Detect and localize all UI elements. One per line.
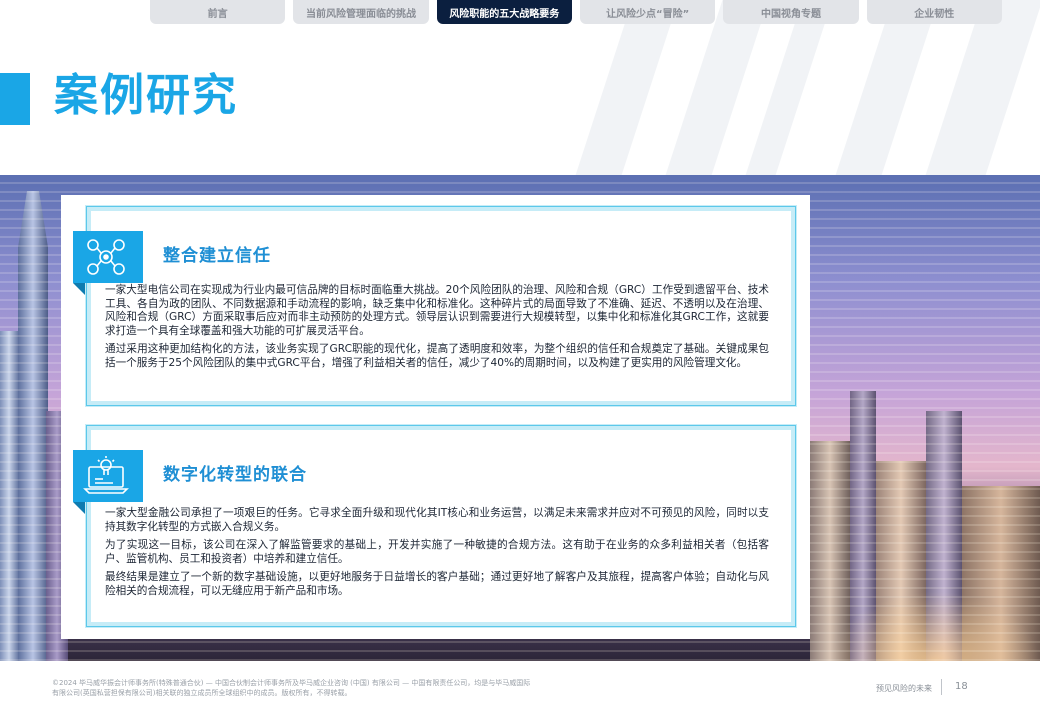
page-number: 18	[955, 681, 968, 692]
case-body: 一家大型金融公司承担了一项艰巨的任务。它寻求全面升级和现代化其IT核心和业务运营…	[105, 507, 769, 604]
footer-divider	[941, 679, 942, 695]
tab-enterprise-resilience[interactable]: 企业韧性	[866, 0, 1002, 24]
case-body: 一家大型电信公司在实现成为行业内最可信品牌的目标时面临重大挑战。20个风险团队的…	[105, 284, 769, 376]
tab-china-perspective[interactable]: 中国视角专题	[723, 0, 859, 24]
report-tagline: 预见风险的未来	[876, 684, 932, 693]
case-card-integration-trust: 整合建立信任 一家大型电信公司在实现成为行业内最可信品牌的目标时面临重大挑战。2…	[73, 205, 797, 407]
case-paragraph: 通过采用这种更加结构化的方法，该业务实现了GRC职能的现代化，提高了透明度和效率…	[105, 343, 769, 369]
case-paragraph: 一家大型金融公司承担了一项艰巨的任务。它寻求全面升级和现代化其IT核心和业务运营…	[105, 507, 769, 533]
section-tabs: 前言 当前风险管理面临的挑战 风险职能的五大战略要务 让风险少点“冒险” 中国视…	[150, 0, 1002, 24]
tab-strategic-priorities[interactable]: 风险职能的五大战略要务	[436, 0, 572, 24]
title-accent-bar	[0, 73, 30, 125]
case-icon-badge	[73, 450, 143, 514]
page-title: 案例研究	[54, 70, 238, 121]
case-paragraph: 为了实现这一目标，该公司在深入了解监管要求的基础上，开发并实施了一种敏捷的合规方…	[105, 539, 769, 565]
copyright-notice: ©2024 毕马威华振会计师事务所(特殊普通合伙) — 中国合伙制会计师事务所及…	[52, 678, 612, 698]
case-study-panel: 整合建立信任 一家大型电信公司在实现成为行业内最可信品牌的目标时面临重大挑战。2…	[61, 195, 810, 639]
header-decoration	[560, 0, 1040, 175]
case-icon-badge	[73, 231, 143, 295]
case-card-digital-transformation: 数字化转型的联合 一家大型金融公司承担了一项艰巨的任务。它寻求全面升级和现代化其…	[73, 424, 797, 628]
case-title: 数字化转型的联合	[163, 465, 307, 485]
tab-less-risky-risk[interactable]: 让风险少点“冒险”	[579, 0, 716, 24]
laptop-idea-icon	[83, 456, 129, 494]
case-paragraph: 一家大型电信公司在实现成为行业内最可信品牌的目标时面临重大挑战。20个风险团队的…	[105, 284, 769, 337]
copyright-line: 有限公司(英国私营担保有限公司)相关联的独立成员所全球组织中的成员。版权所有，不…	[52, 689, 352, 697]
case-title: 整合建立信任	[163, 246, 271, 266]
tab-preface[interactable]: 前言	[150, 0, 286, 24]
drone-network-icon	[87, 239, 125, 275]
case-paragraph: 最终结果是建立了一个新的数字基础设施，以更好地服务于日益增长的客户基础；通过更好…	[105, 571, 769, 597]
tab-current-challenges[interactable]: 当前风险管理面临的挑战	[293, 0, 429, 24]
copyright-line: ©2024 毕马威华振会计师事务所(特殊普通合伙) — 中国合伙制会计师事务所及…	[52, 679, 531, 687]
